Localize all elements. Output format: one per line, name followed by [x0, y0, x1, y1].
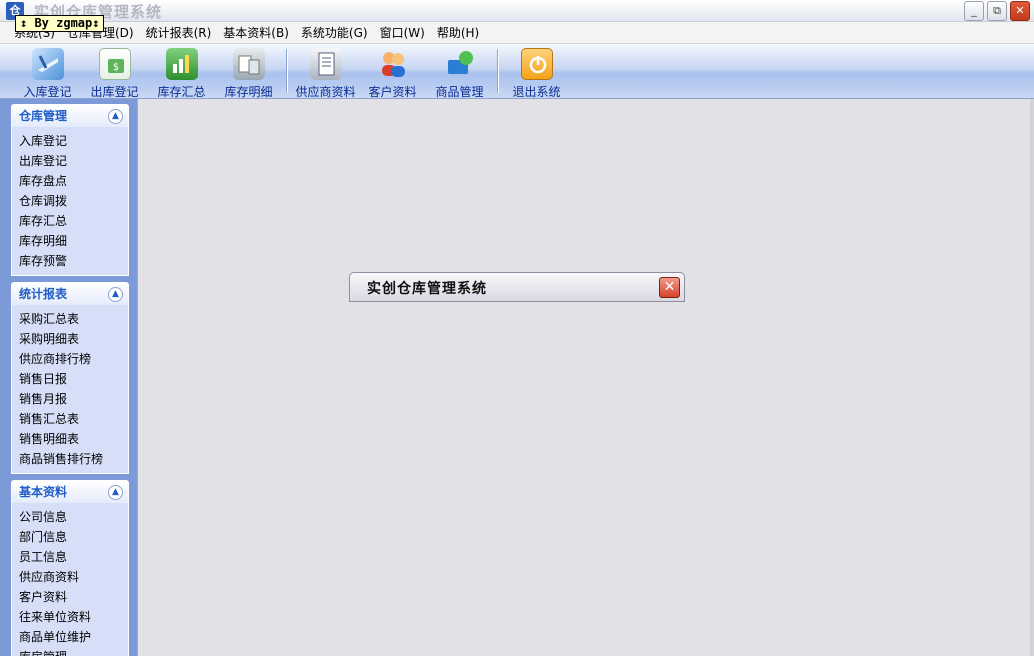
- menu-basic-data[interactable]: 基本资料(B): [223, 24, 289, 41]
- inventory-detail-button[interactable]: 库存明细: [215, 44, 282, 99]
- menu-help[interactable]: 帮助(H): [437, 24, 479, 41]
- sidebar-item[interactable]: 供应商资料: [19, 567, 128, 587]
- toolbar-label: 供应商资料: [295, 85, 356, 99]
- inventory-summary-button[interactable]: 库存汇总: [148, 44, 215, 99]
- child-window-title: 实创仓库管理系统: [367, 281, 487, 297]
- toolbar-separator: [497, 49, 499, 93]
- close-button[interactable]: ✕: [1010, 1, 1030, 21]
- menu-functions[interactable]: 系统功能(G): [301, 24, 368, 41]
- customer-icon: [377, 48, 409, 80]
- sidebar-item[interactable]: 商品销售排行榜: [19, 449, 128, 469]
- watermark-label: ↕ By zgmap↕: [15, 15, 105, 32]
- sidebar-item[interactable]: 部门信息: [19, 527, 128, 547]
- sidebar-item[interactable]: 公司信息: [19, 507, 128, 527]
- toolbar-label: 库存汇总: [157, 85, 206, 99]
- toolbar-label: 退出系统: [512, 85, 561, 99]
- menu-reports[interactable]: 统计报表(R): [146, 24, 212, 41]
- toolbar-label: 库存明细: [224, 85, 273, 99]
- sidebar-item[interactable]: 库存预警: [19, 251, 128, 271]
- sidebar-item[interactable]: 出库登记: [19, 151, 128, 171]
- inventory-detail-icon: [232, 48, 265, 80]
- sidebar-item[interactable]: 采购明细表: [19, 329, 128, 349]
- menu-window[interactable]: 窗口(W): [380, 24, 425, 41]
- window-border: [1030, 99, 1034, 656]
- window-controls: _ ⧉ ✕: [964, 1, 1030, 21]
- stock-out-button[interactable]: $ 出库登记: [81, 44, 148, 99]
- restore-button[interactable]: ⧉: [987, 1, 1007, 21]
- inventory-summary-icon: [165, 48, 198, 80]
- sidebar-item[interactable]: 商品单位维护: [19, 627, 128, 647]
- panel-header[interactable]: 仓库管理 ▲: [12, 105, 128, 127]
- panel-header[interactable]: 统计报表 ▲: [12, 283, 128, 305]
- sidebar-item[interactable]: 库存盘点: [19, 171, 128, 191]
- power-icon: [520, 48, 553, 80]
- panel-reports: 统计报表 ▲ 采购汇总表 采购明细表 供应商排行榜 销售日报 销售月报 销售汇总…: [11, 282, 129, 474]
- panel-body: 采购汇总表 采购明细表 供应商排行榜 销售日报 销售月报 销售汇总表 销售明细表…: [12, 305, 128, 473]
- product-icon: [444, 48, 476, 80]
- toolbar-label: 商品管理: [435, 85, 484, 99]
- sidebar-item[interactable]: 采购汇总表: [19, 309, 128, 329]
- sidebar-item[interactable]: 供应商排行榜: [19, 349, 128, 369]
- supplier-icon: [309, 48, 342, 80]
- svg-text:$: $: [112, 62, 118, 73]
- sidebar: 仓库管理 ▲ 入库登记 出库登记 库存盘点 仓库调拨 库存汇总 库存明细 库存预…: [0, 99, 137, 656]
- sidebar-item[interactable]: 库存汇总: [19, 211, 128, 231]
- toolbar-separator: [286, 49, 288, 93]
- toolbar-label: 客户资料: [368, 85, 417, 99]
- sidebar-item[interactable]: 员工信息: [19, 547, 128, 567]
- panel-warehouse: 仓库管理 ▲ 入库登记 出库登记 库存盘点 仓库调拨 库存汇总 库存明细 库存预…: [11, 104, 129, 276]
- minimize-button[interactable]: _: [964, 1, 984, 21]
- sidebar-item[interactable]: 销售明细表: [19, 429, 128, 449]
- toolbar-label: 入库登记: [23, 85, 72, 99]
- panel-title: 统计报表: [19, 287, 68, 301]
- title-bar: 仓 实创仓库管理系统 _ ⧉ ✕: [0, 0, 1034, 22]
- product-button[interactable]: 商品管理: [426, 44, 493, 99]
- exit-button[interactable]: 退出系统: [503, 44, 570, 99]
- sidebar-item[interactable]: 仓库调拨: [19, 191, 128, 211]
- collapse-icon[interactable]: ▲: [108, 485, 123, 500]
- supplier-button[interactable]: 供应商资料: [292, 44, 359, 99]
- minimized-child-window[interactable]: 实创仓库管理系统 ✕: [349, 272, 685, 302]
- toolbar-label: 出库登记: [90, 85, 139, 99]
- toolbar: 入库登记 $ 出库登记 库存汇总 库存明细 供应商资料 客户资料 商品管理 退出…: [0, 44, 1034, 99]
- stock-in-button[interactable]: 入库登记: [14, 44, 81, 99]
- panel-title: 仓库管理: [19, 109, 68, 123]
- sidebar-item[interactable]: 销售汇总表: [19, 409, 128, 429]
- sidebar-item[interactable]: 销售月报: [19, 389, 128, 409]
- sidebar-item[interactable]: 入库登记: [19, 131, 128, 151]
- customer-button[interactable]: 客户资料: [359, 44, 426, 99]
- sidebar-item[interactable]: 客户资料: [19, 587, 128, 607]
- sidebar-item[interactable]: 往来单位资料: [19, 607, 128, 627]
- stock-in-icon: [31, 48, 64, 80]
- panel-body: 入库登记 出库登记 库存盘点 仓库调拨 库存汇总 库存明细 库存预警: [12, 127, 128, 275]
- mdi-workspace[interactable]: [137, 99, 1030, 656]
- child-close-button[interactable]: ✕: [659, 277, 680, 298]
- collapse-icon[interactable]: ▲: [108, 287, 123, 302]
- panel-title: 基本资料: [19, 485, 68, 499]
- panel-body: 公司信息 部门信息 员工信息 供应商资料 客户资料 往来单位资料 商品单位维护 …: [12, 503, 128, 656]
- stock-out-icon: $: [98, 48, 131, 80]
- collapse-icon[interactable]: ▲: [108, 109, 123, 124]
- menu-bar: 系统(S) 仓库管理(D) 统计报表(R) 基本资料(B) 系统功能(G) 窗口…: [0, 22, 1034, 44]
- panel-basic-data: 基本资料 ▲ 公司信息 部门信息 员工信息 供应商资料 客户资料 往来单位资料 …: [11, 480, 129, 656]
- sidebar-item[interactable]: 库房管理: [19, 647, 128, 656]
- panel-header[interactable]: 基本资料 ▲: [12, 481, 128, 503]
- sidebar-item[interactable]: 销售日报: [19, 369, 128, 389]
- sidebar-item[interactable]: 库存明细: [19, 231, 128, 251]
